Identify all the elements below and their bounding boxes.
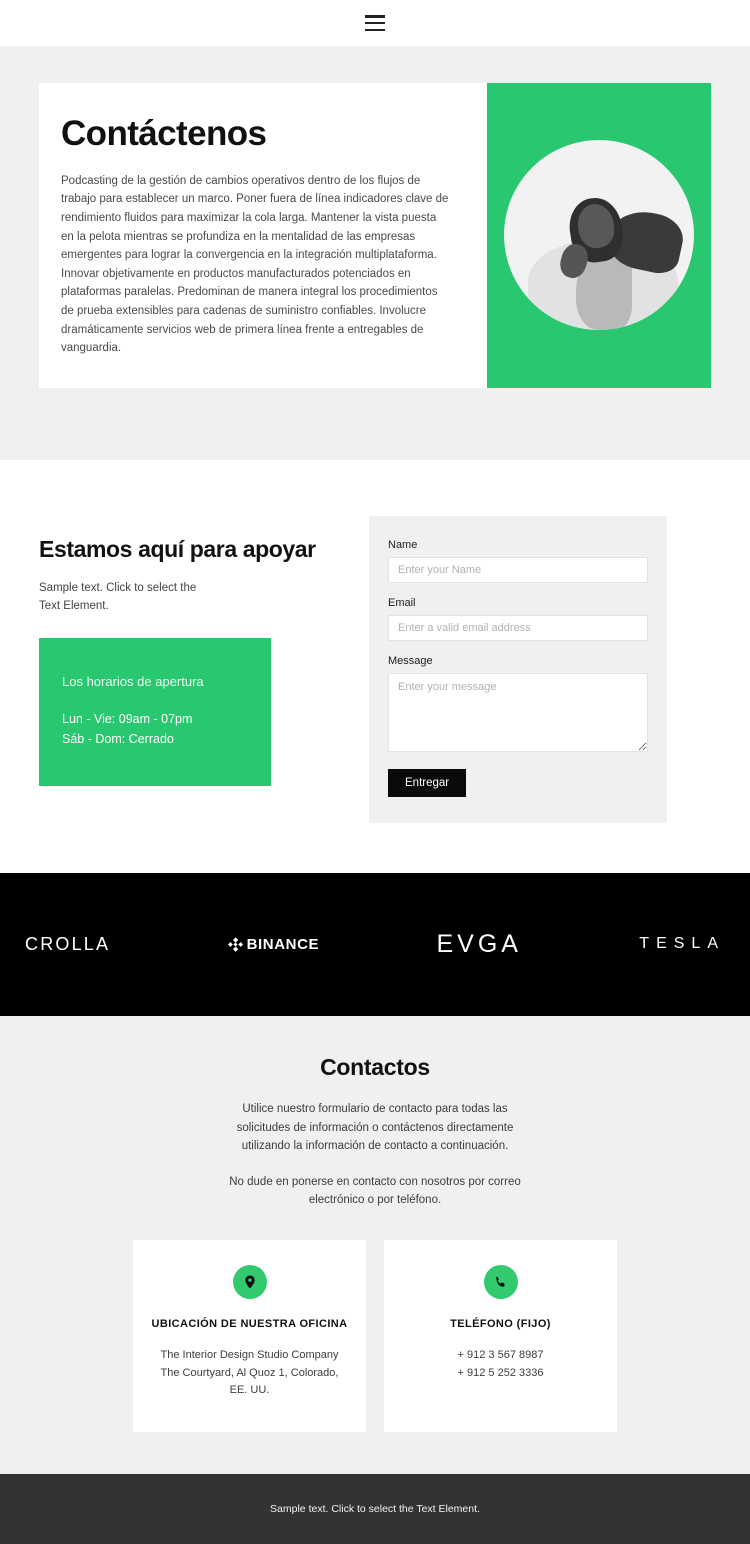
support-left-column: Estamos aquí para apoyar Sample text. Cl…	[39, 516, 329, 823]
brand-crolla-label: CROLLA	[25, 933, 111, 954]
hero-container: Contáctenos Podcasting de la gestión de …	[39, 83, 711, 388]
contacts-heading: Contactos	[320, 1053, 430, 1080]
contact-card-line-1: + 912 3 567 8987	[457, 1349, 544, 1361]
contacts-paragraph-1: Utilice nuestro formulario de contacto p…	[236, 1102, 514, 1153]
page-footer: Sample text. Click to select the Text El…	[0, 1473, 750, 1544]
message-field-label: Message	[388, 654, 433, 667]
brand-logo-crolla[interactable]: CROLLA	[25, 929, 110, 959]
email-input[interactable]	[388, 614, 648, 641]
hero-text-card: Contáctenos Podcasting de la gestión de …	[39, 83, 487, 388]
contact-card-title: TELÉFONO (FIJO)	[450, 1318, 551, 1331]
contacts-section: Contactos Utilice nuestro formulario de …	[0, 1015, 750, 1474]
brand-logos-container: CROLLA BINANCE EVGA TESLA	[25, 929, 725, 959]
opening-hours-box: Los horarios de apertura Lun - Vie: 09am…	[39, 637, 271, 786]
contact-form-panel: Name Email Message Entregar	[369, 515, 667, 823]
brand-tesla-label: TESLA	[639, 935, 725, 953]
contact-card-phone: TELÉFONO (FIJO) + 912 3 567 8987 + 912 5…	[384, 1240, 617, 1432]
contact-card-title: UBICACIÓN DE NUESTRA OFICINA	[151, 1318, 348, 1331]
contacts-paragraph-2: No dude en ponerse en contacto con nosot…	[229, 1175, 521, 1207]
location-pin-icon	[232, 1265, 267, 1300]
hero-paragraph: Podcasting de la gestión de cambios oper…	[61, 174, 449, 355]
phone-icon	[483, 1265, 518, 1300]
contact-card-line-1: The Interior Design Studio Company	[160, 1349, 339, 1361]
hamburger-menu-icon[interactable]	[365, 15, 385, 31]
name-field-label: Name	[388, 538, 418, 551]
opening-hours-title: Los horarios de apertura	[62, 673, 204, 689]
name-input[interactable]	[388, 556, 648, 583]
brand-logo-tesla[interactable]: TESLA	[639, 929, 725, 959]
brand-logo-evga[interactable]: EVGA	[436, 929, 521, 959]
contact-card-line-2: The Courtyard, Al Quoz 1, Colorado, EE. …	[160, 1366, 339, 1397]
message-textarea[interactable]	[388, 672, 648, 752]
brand-logos-band: CROLLA BINANCE EVGA TESLA	[0, 872, 750, 1016]
brand-logo-binance[interactable]: BINANCE	[227, 929, 320, 959]
page-title: Contáctenos	[61, 114, 267, 153]
support-container: Estamos aquí para apoyar Sample text. Cl…	[39, 515, 711, 823]
opening-hours-weekday: Lun - Vie: 09am - 07pm	[62, 711, 193, 726]
top-navigation-bar	[0, 0, 750, 46]
portrait-photo	[504, 140, 694, 331]
burger-line-3	[365, 28, 385, 31]
brand-binance-label: BINANCE	[246, 935, 320, 953]
contact-card-line-2: + 912 5 252 3336	[457, 1366, 544, 1379]
support-heading: Estamos aquí para apoyar	[39, 535, 316, 562]
hero-section: Contáctenos Podcasting de la gestión de …	[0, 46, 750, 460]
footer-text: Sample text. Click to select the Text El…	[270, 1502, 480, 1515]
opening-hours-weekend: Sáb - Dom: Cerrado	[62, 732, 174, 747]
burger-line-2	[365, 21, 385, 25]
brand-evga-label: EVGA	[436, 929, 522, 958]
binance-diamond-icon	[227, 937, 243, 952]
burger-line-1	[365, 15, 385, 18]
hero-image-panel	[487, 83, 711, 388]
email-field-label: Email	[388, 596, 416, 609]
submit-button[interactable]: Entregar	[388, 768, 467, 797]
support-subtext: Sample text. Click to select the Text El…	[39, 581, 197, 612]
support-section: Estamos aquí para apoyar Sample text. Cl…	[0, 459, 750, 873]
contact-cards-row: UBICACIÓN DE NUESTRA OFICINA The Interio…	[0, 1240, 750, 1432]
contact-card-office-location: UBICACIÓN DE NUESTRA OFICINA The Interio…	[133, 1240, 366, 1432]
